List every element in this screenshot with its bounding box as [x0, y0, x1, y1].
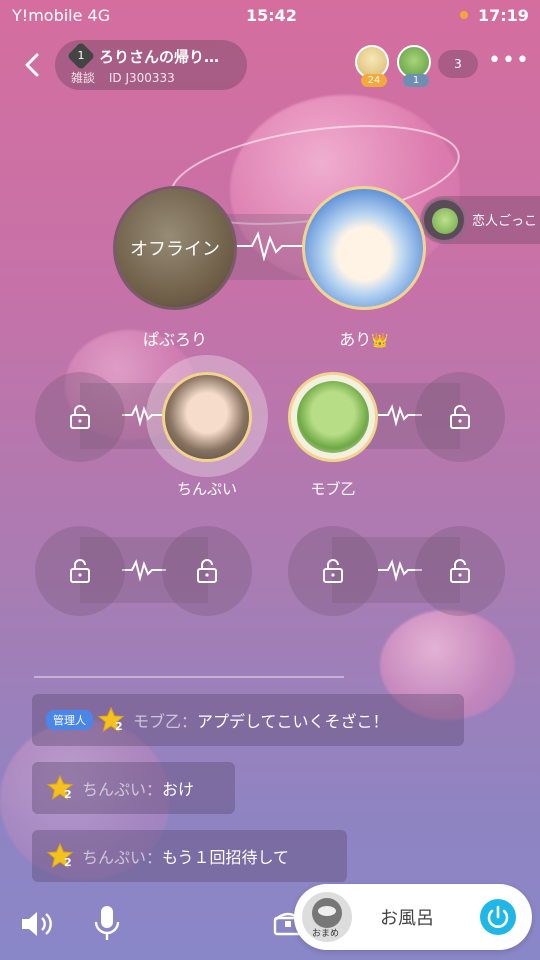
- viewer-level-badge: 1: [403, 74, 429, 87]
- seat-name: ぱぶろり: [142, 330, 207, 349]
- locked-seat[interactable]: [415, 372, 505, 462]
- seat-name: モブ乙: [310, 480, 356, 498]
- user-avatar: オフライン: [116, 189, 234, 307]
- star-level-icon: 2: [46, 774, 74, 802]
- locked-seat[interactable]: [162, 526, 252, 616]
- lock-icon: [323, 559, 343, 583]
- seat-cohost[interactable]: [302, 186, 426, 310]
- user-avatar: [165, 375, 249, 459]
- user-avatar: [297, 381, 369, 453]
- viewer-count-button[interactable]: 3: [438, 50, 478, 78]
- power-icon[interactable]: [480, 899, 516, 935]
- message-text: もう１回招待して: [162, 848, 290, 867]
- battery-indicator: 17:19: [478, 6, 529, 25]
- locked-seat[interactable]: [288, 526, 378, 616]
- room-info-pill[interactable]: 1 ろりさんの帰り… 雑談 ID J300333: [55, 40, 247, 90]
- message-author[interactable]: モブ乙：: [133, 708, 197, 732]
- room-subtitle: 雑談 ID J300333: [71, 69, 175, 86]
- voice-wave-icon: [234, 231, 306, 262]
- viewer-avatar[interactable]: 24: [355, 45, 389, 87]
- user-avatar: [305, 189, 423, 307]
- now-playing-title: お風呂: [380, 908, 434, 929]
- seat-name-text: あり: [339, 330, 372, 349]
- status-bar: Y!mobile 4G 15:42 17:19: [0, 0, 540, 32]
- lock-icon: [450, 559, 470, 583]
- speaker-icon[interactable]: [18, 906, 54, 942]
- back-chevron-icon[interactable]: [20, 50, 46, 80]
- room-level-icon: 1: [66, 41, 96, 71]
- more-options-icon[interactable]: •••: [488, 50, 529, 74]
- locked-seat[interactable]: [35, 372, 125, 462]
- viewer-avatar[interactable]: 1: [397, 45, 431, 87]
- thumbnail-caption: おまめ: [312, 929, 340, 939]
- side-game-tag[interactable]: 恋人ごっこ: [420, 196, 540, 244]
- message-author[interactable]: ちんぷい：: [82, 844, 162, 868]
- voice-wave-icon: [122, 559, 166, 582]
- music-thumbnail: おまめ: [302, 892, 352, 942]
- star-level-icon: 2: [97, 706, 125, 734]
- clock: 15:42: [246, 6, 297, 25]
- room-category: 雑談: [71, 71, 96, 85]
- side-tag-label: 恋人ごっこ: [472, 214, 538, 229]
- chat-message: 2 ちんぷい： おけ: [32, 762, 235, 814]
- carrier-label: Y!mobile 4G: [12, 6, 111, 25]
- crown-icon: 👑: [371, 333, 389, 349]
- locked-seat[interactable]: [415, 526, 505, 616]
- room-id: ID J300333: [108, 71, 175, 85]
- tag-avatar: [422, 198, 466, 242]
- lock-icon: [450, 405, 470, 429]
- seat-guest[interactable]: [288, 372, 378, 462]
- microphone-icon[interactable]: [92, 904, 122, 944]
- star-level-number: 2: [64, 856, 72, 869]
- seat-name: ちんぷい: [176, 480, 237, 498]
- seat-name: あり👑: [318, 326, 410, 350]
- now-playing-widget[interactable]: おまめ お風呂: [294, 884, 532, 950]
- chat-divider: [34, 676, 344, 678]
- message-text: アプデしてこいくそざこ！: [197, 712, 389, 731]
- admin-badge: 管理人: [46, 710, 93, 730]
- star-level-icon: 2: [46, 842, 74, 870]
- chat-message: 2 ちんぷい： もう１回招待して: [32, 830, 347, 882]
- locked-seat[interactable]: [35, 526, 125, 616]
- lock-icon: [70, 559, 90, 583]
- offline-status: オフライン: [116, 189, 234, 307]
- seat-host[interactable]: オフライン: [113, 186, 237, 310]
- viewer-level-badge: 24: [361, 74, 387, 87]
- message-author[interactable]: ちんぷい：: [82, 776, 162, 800]
- lock-icon: [197, 559, 217, 583]
- star-level-number: 2: [64, 788, 72, 801]
- lock-icon: [70, 405, 90, 429]
- message-text: おけ: [162, 780, 195, 799]
- seat-guest[interactable]: [162, 372, 252, 462]
- star-level-number: 2: [115, 720, 123, 733]
- chat-message: 管理人 2 モブ乙： アプデしてこいくそざこ！: [32, 694, 464, 746]
- recording-dot-icon: [460, 11, 468, 19]
- room-title: ろりさんの帰り…: [99, 48, 220, 66]
